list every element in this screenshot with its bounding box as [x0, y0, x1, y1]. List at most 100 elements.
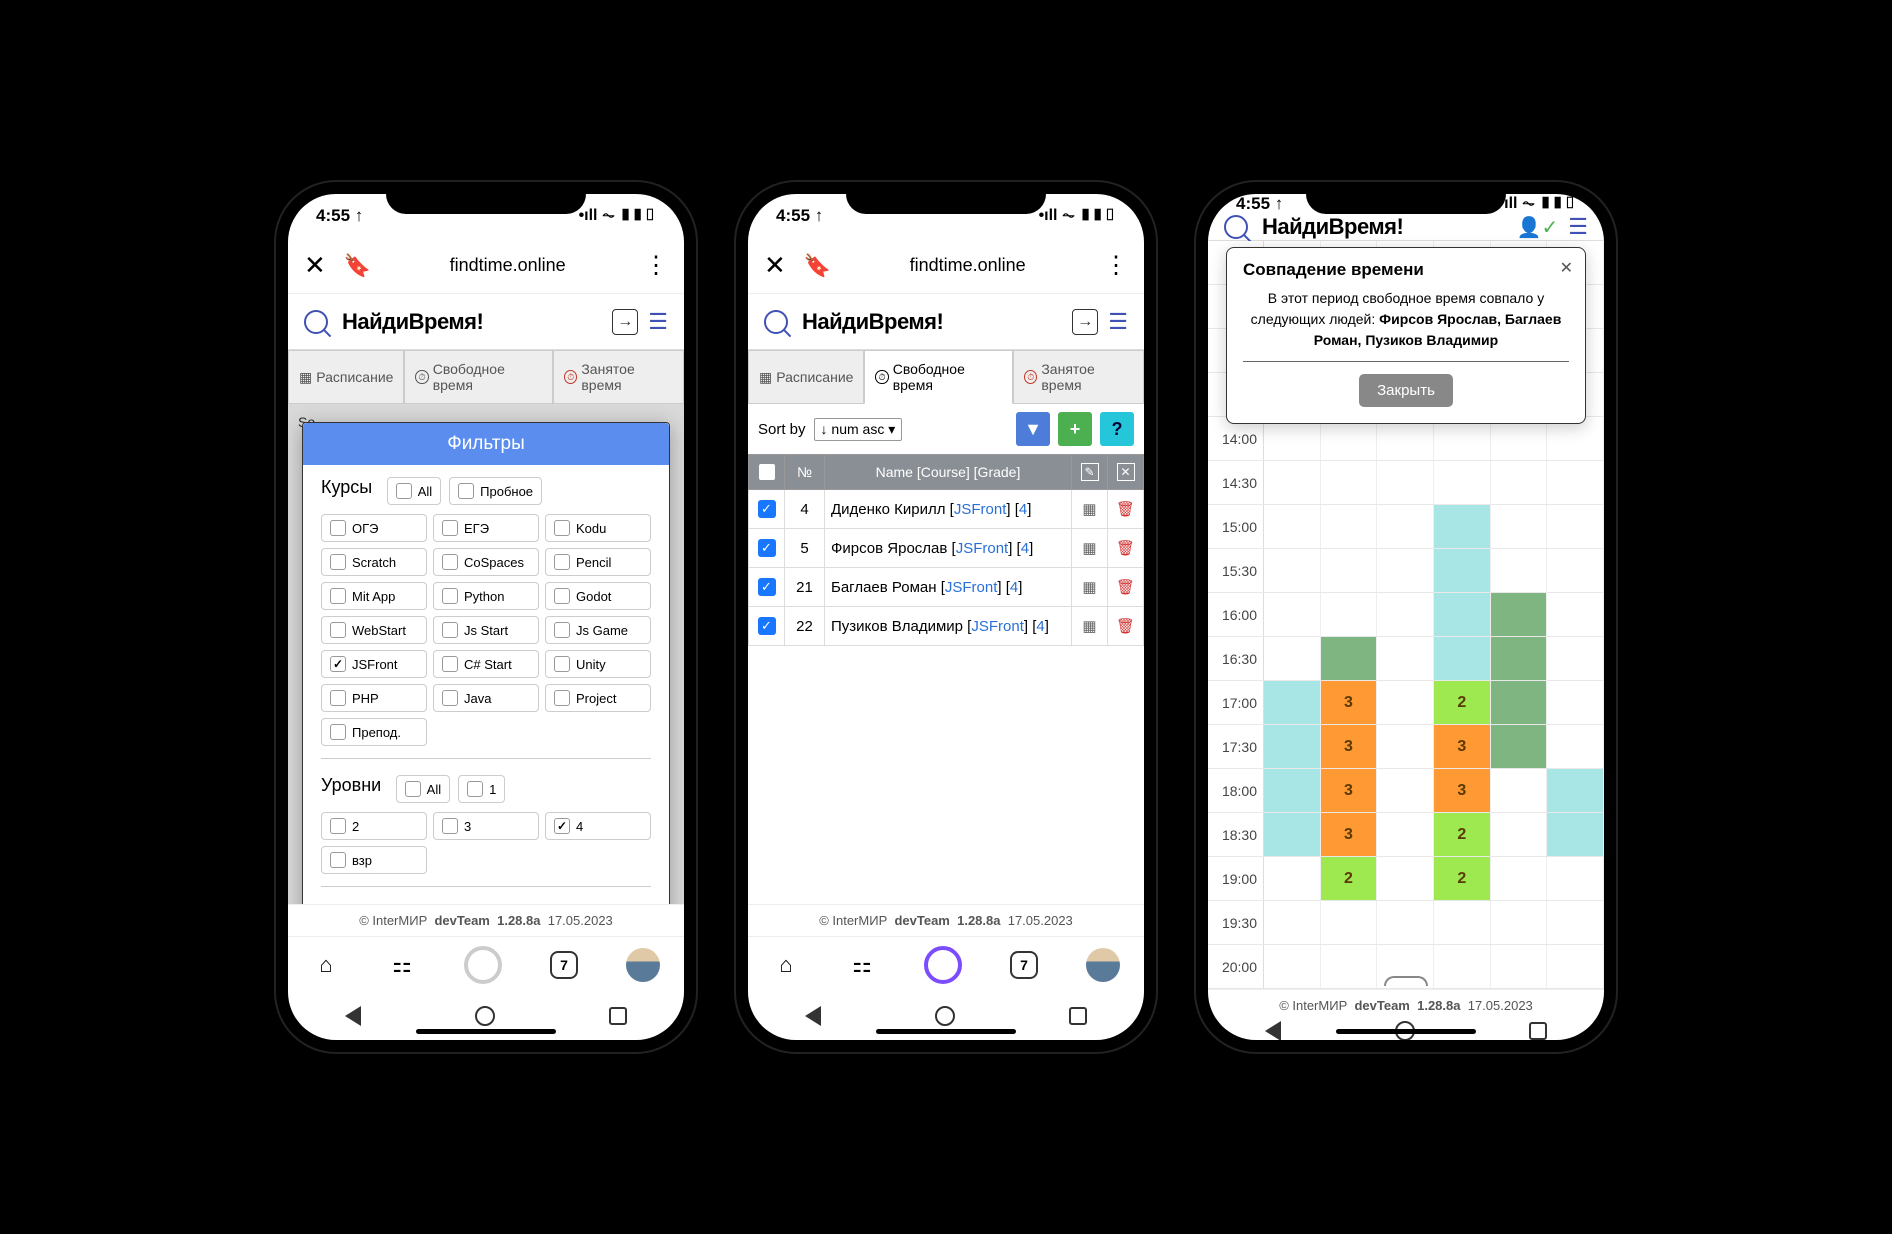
nav-back-icon[interactable]	[1265, 1021, 1281, 1040]
course-all[interactable]: All	[387, 477, 441, 505]
schedule-cell[interactable]: 2	[1434, 813, 1491, 856]
tab-free[interactable]: ⏱Свободное время	[864, 350, 1013, 404]
filter-button[interactable]: ▼	[1016, 412, 1050, 446]
delete-icon[interactable]: 🗑	[1116, 501, 1135, 518]
course-option[interactable]: ОГЭ	[321, 514, 427, 542]
bookmark-icon[interactable]: 🔖	[344, 253, 371, 279]
course-option[interactable]: Scratch	[321, 548, 427, 576]
nav-back-icon[interactable]	[345, 1006, 361, 1026]
schedule-cell[interactable]	[1434, 637, 1491, 680]
course-option[interactable]: Препод.	[321, 718, 427, 746]
tab-free[interactable]: ⏱Свободное время	[404, 350, 553, 404]
schedule-cell[interactable]	[1434, 505, 1491, 548]
course-option[interactable]: Project	[545, 684, 651, 712]
row-checkbox[interactable]: ✓	[758, 500, 776, 518]
tabs-count[interactable]: 7	[1010, 951, 1038, 979]
schedule-cell[interactable]	[1264, 725, 1321, 768]
schedule-cell[interactable]: 3	[1321, 681, 1378, 724]
popup-close-icon[interactable]: ✕	[1560, 258, 1573, 278]
course-option[interactable]: Java	[433, 684, 539, 712]
level-option[interactable]: взр	[321, 846, 427, 874]
schedule-cell[interactable]	[1377, 901, 1434, 944]
schedule-cell[interactable]	[1547, 769, 1604, 812]
schedule-cell[interactable]: 2	[1434, 857, 1491, 900]
schedule-cell[interactable]	[1491, 505, 1548, 548]
schedule-cell[interactable]	[1377, 857, 1434, 900]
schedule-cell[interactable]	[1547, 813, 1604, 856]
schedule-cell[interactable]	[1321, 593, 1378, 636]
row-checkbox[interactable]: ✓	[758, 617, 776, 635]
schedule-cell[interactable]	[1321, 505, 1378, 548]
course-option[interactable]: Python	[433, 582, 539, 610]
schedule-cell[interactable]	[1377, 769, 1434, 812]
schedule-cell[interactable]	[1491, 945, 1548, 988]
schedule-cell[interactable]	[1491, 769, 1548, 812]
url-text[interactable]: findtime.online	[389, 255, 626, 276]
schedule-cell[interactable]	[1377, 505, 1434, 548]
schedule-cell[interactable]	[1547, 681, 1604, 724]
schedule-cell[interactable]: 2	[1434, 681, 1491, 724]
schedule-cell[interactable]	[1264, 637, 1321, 680]
avatar-icon[interactable]	[1086, 948, 1120, 982]
schedule-cell[interactable]	[1491, 813, 1548, 856]
user-check-icon[interactable]: 👤✓	[1517, 215, 1559, 240]
url-text[interactable]: findtime.online	[849, 255, 1086, 276]
schedule-cell[interactable]	[1547, 945, 1604, 988]
edit-icon[interactable]: ▦	[1082, 501, 1096, 518]
bookmark-icon[interactable]: 🔖	[804, 253, 831, 279]
apps-icon[interactable]: ⚏	[848, 951, 876, 979]
schedule-cell[interactable]	[1547, 593, 1604, 636]
login-icon[interactable]: →	[1072, 309, 1098, 335]
course-option[interactable]: C# Start	[433, 650, 539, 678]
course-option[interactable]: Js Game	[545, 616, 651, 644]
schedule-cell[interactable]	[1264, 769, 1321, 812]
nav-recent-icon[interactable]	[1069, 1007, 1087, 1025]
schedule-cell[interactable]	[1491, 593, 1548, 636]
avatar-icon[interactable]	[626, 948, 660, 982]
schedule-cell[interactable]	[1547, 461, 1604, 504]
schedule-cell[interactable]	[1321, 945, 1378, 988]
schedule-cell[interactable]	[1547, 725, 1604, 768]
course-trial[interactable]: Пробное	[449, 477, 542, 505]
schedule-cell[interactable]	[1264, 945, 1321, 988]
schedule-cell[interactable]	[1377, 461, 1434, 504]
select-all-checkbox[interactable]	[759, 464, 775, 480]
row-name[interactable]: Фирсов Ярослав [JSFront] [4]	[825, 529, 1072, 568]
assistant-icon[interactable]	[464, 946, 502, 984]
menu-dots-icon[interactable]: ⋮	[1104, 251, 1128, 280]
schedule-cell[interactable]	[1547, 901, 1604, 944]
schedule-cell[interactable]	[1434, 945, 1491, 988]
tab-schedule[interactable]: ▦ Расписание	[748, 350, 864, 404]
row-name[interactable]: Баглаев Роман [JSFront] [4]	[825, 568, 1072, 607]
schedule-cell[interactable]	[1491, 461, 1548, 504]
row-name[interactable]: Диденко Кирилл [JSFront] [4]	[825, 490, 1072, 529]
schedule-cell[interactable]	[1491, 637, 1548, 680]
schedule-cell[interactable]: 3	[1434, 725, 1491, 768]
schedule-cell[interactable]	[1377, 725, 1434, 768]
tabs-count[interactable]: 7	[550, 951, 578, 979]
pull-indicator[interactable]	[1384, 976, 1428, 986]
course-option[interactable]: PHP	[321, 684, 427, 712]
schedule-cell[interactable]	[1321, 901, 1378, 944]
course-option[interactable]: Unity	[545, 650, 651, 678]
tab-busy[interactable]: ⏱Занятое время	[1013, 350, 1144, 404]
row-checkbox[interactable]: ✓	[758, 539, 776, 557]
hamburger-icon[interactable]: ☰	[1568, 214, 1588, 240]
nav-home-icon[interactable]	[935, 1006, 955, 1026]
level-option[interactable]: All	[396, 775, 450, 803]
course-option[interactable]: CoSpaces	[433, 548, 539, 576]
close-icon[interactable]: ✕	[764, 250, 786, 281]
level-option[interactable]: 4	[545, 812, 651, 840]
login-icon[interactable]: →	[612, 309, 638, 335]
row-checkbox[interactable]: ✓	[758, 578, 776, 596]
course-option[interactable]: Mit App	[321, 582, 427, 610]
course-option[interactable]: ЕГЭ	[433, 514, 539, 542]
schedule-cell[interactable]	[1547, 549, 1604, 592]
course-option[interactable]: Pencil	[545, 548, 651, 576]
schedule-cell[interactable]	[1264, 461, 1321, 504]
hamburger-icon[interactable]: ☰	[1108, 309, 1128, 335]
nav-recent-icon[interactable]	[1529, 1022, 1547, 1040]
edit-icon[interactable]: ▦	[1082, 540, 1096, 557]
schedule-cell[interactable]	[1377, 549, 1434, 592]
schedule-cell[interactable]	[1491, 725, 1548, 768]
